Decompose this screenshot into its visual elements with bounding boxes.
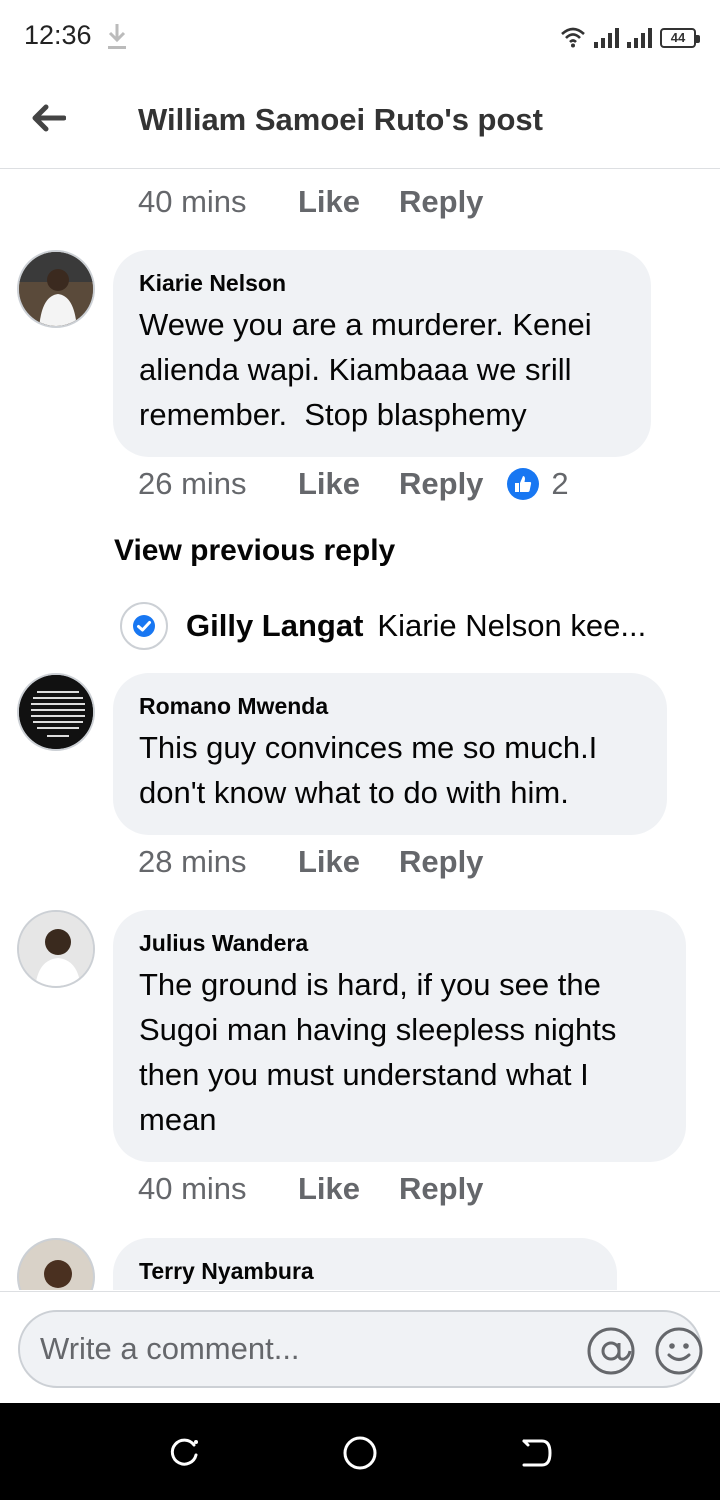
comment-text: This guy convinces me so much.I don't kn… bbox=[139, 730, 606, 810]
signal-icon bbox=[594, 28, 619, 48]
comments-list[interactable]: 40 mins Like Reply Kiarie Nelson Wewe yo… bbox=[0, 170, 720, 1290]
download-icon bbox=[108, 24, 126, 49]
reply-author: Gilly Langat bbox=[186, 608, 364, 643]
comment-composer bbox=[0, 1291, 720, 1403]
comment-input[interactable] bbox=[40, 1312, 560, 1386]
comment-author[interactable]: Romano Mwenda bbox=[139, 691, 641, 721]
comment-bubble: Kiarie Nelson Wewe you are a murderer. K… bbox=[113, 250, 651, 457]
comment-bubble: Julius Wandera The ground is hard, if yo… bbox=[113, 910, 686, 1162]
avatar[interactable] bbox=[17, 910, 95, 988]
comment-author[interactable]: Kiarie Nelson bbox=[139, 268, 625, 298]
home-icon[interactable] bbox=[340, 1433, 380, 1473]
view-previous-reply[interactable]: View previous reply bbox=[114, 534, 395, 568]
comment-author[interactable]: Julius Wandera bbox=[139, 928, 660, 958]
comment-meta: 26 mins Like Reply 2 bbox=[138, 466, 569, 502]
like-button[interactable]: Like bbox=[298, 184, 399, 220]
comment-input-box[interactable] bbox=[18, 1310, 704, 1388]
like-button[interactable]: Like bbox=[298, 844, 399, 880]
reply-snippet: Kiarie Nelson kee... bbox=[377, 608, 647, 643]
status-icons: 44 bbox=[560, 24, 700, 48]
back-nav-icon[interactable] bbox=[516, 1433, 556, 1473]
back-button[interactable] bbox=[24, 94, 72, 142]
reply-preview[interactable]: Gilly Langat Kiarie Nelson kee... bbox=[120, 602, 680, 650]
comment-text: The ground is hard, if you see the Sugoi… bbox=[139, 967, 625, 1137]
battery-level: 44 bbox=[670, 30, 686, 45]
comment-meta: 28 mins Like Reply bbox=[138, 844, 483, 880]
comment-meta: 40 mins Like Reply bbox=[138, 1171, 483, 1207]
like-button[interactable]: Like bbox=[298, 466, 399, 502]
system-nav-bar bbox=[0, 1403, 720, 1500]
avatar[interactable] bbox=[17, 1238, 95, 1290]
reply-button[interactable]: Reply bbox=[399, 1171, 483, 1207]
reaction-count: 2 bbox=[551, 466, 569, 501]
reply-button[interactable]: Reply bbox=[399, 466, 483, 502]
verified-icon bbox=[133, 615, 155, 637]
battery-icon: 44 bbox=[660, 28, 700, 48]
thumbs-up-icon bbox=[507, 468, 540, 500]
avatar bbox=[120, 602, 168, 650]
comment-time: 28 mins bbox=[138, 844, 247, 879]
page-title: William Samoei Ruto's post bbox=[138, 102, 543, 137]
reply-button[interactable]: Reply bbox=[399, 184, 483, 220]
comment-time: 40 mins bbox=[138, 184, 247, 219]
status-bar: 12:36 44 bbox=[0, 0, 720, 72]
comment-time: 40 mins bbox=[138, 1171, 247, 1206]
signal-icon bbox=[627, 28, 652, 48]
wifi-icon bbox=[561, 27, 585, 48]
reply-button[interactable]: Reply bbox=[399, 844, 483, 880]
comment-author[interactable]: Terry Nyambura bbox=[139, 1256, 591, 1286]
avatar[interactable] bbox=[17, 250, 95, 328]
recent-apps-icon[interactable] bbox=[164, 1433, 204, 1473]
post-header: William Samoei Ruto's post bbox=[0, 72, 720, 169]
emoji-icon[interactable] bbox=[654, 1326, 704, 1376]
arrow-left-icon bbox=[32, 104, 66, 132]
comment-text: Wewe you are a murderer. Kenei alienda w… bbox=[139, 307, 601, 432]
at-sign-icon[interactable] bbox=[586, 1326, 636, 1376]
comment-bubble: Terry Nyambura bbox=[113, 1238, 617, 1290]
avatar[interactable] bbox=[17, 673, 95, 751]
comment-time: 26 mins bbox=[138, 466, 247, 501]
comment-bubble: Romano Mwenda This guy convinces me so m… bbox=[113, 673, 667, 835]
like-button[interactable]: Like bbox=[298, 1171, 399, 1207]
status-time: 12:36 bbox=[24, 20, 92, 50]
reaction-summary[interactable]: 2 bbox=[507, 466, 569, 502]
comment-meta: 40 mins Like Reply bbox=[138, 184, 483, 220]
